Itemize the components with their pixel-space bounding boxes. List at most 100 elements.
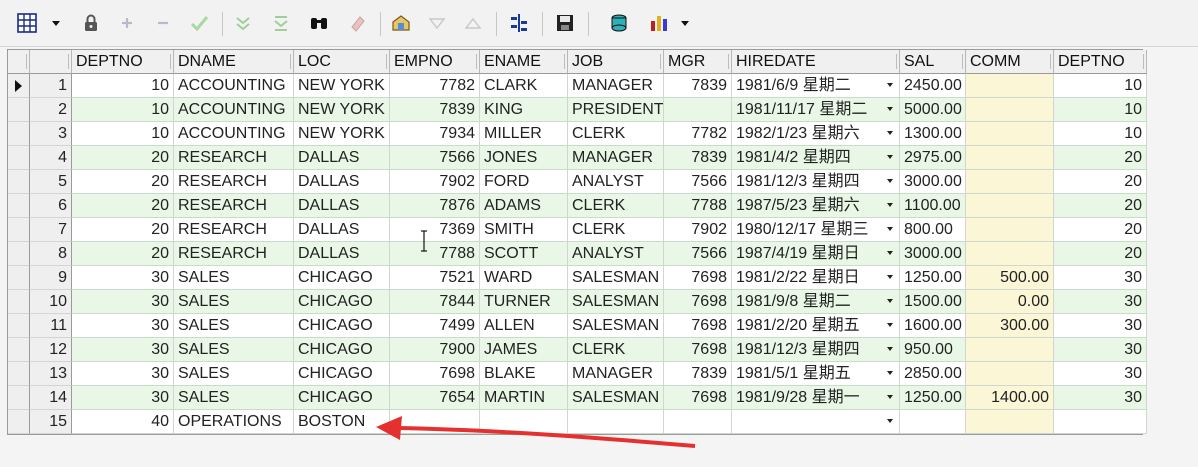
cell-sal[interactable]: 3000.00 (900, 170, 966, 194)
cell-ename[interactable]: SMITH (480, 218, 568, 242)
cell-ename[interactable]: ALLEN (480, 314, 568, 338)
find-icon[interactable] (306, 10, 332, 36)
cell-job[interactable]: SALESMAN (568, 314, 664, 338)
cell-loc[interactable]: CHICAGO (294, 290, 390, 314)
row-indicator[interactable] (8, 218, 30, 242)
cell-loc[interactable]: BOSTON (294, 410, 390, 434)
cell-comm[interactable]: 300.00 (966, 314, 1054, 338)
cell-ename[interactable]: WARD (480, 266, 568, 290)
chart-dropdown-icon[interactable] (681, 21, 689, 26)
cell-empno[interactable]: 7900 (390, 338, 480, 362)
table-row[interactable]: 6 20 RESEARCH DALLAS 7876 ADAMS CLERK 7788 1987/… (8, 194, 1147, 218)
grid-options-dropdown-icon[interactable] (52, 21, 60, 26)
cell-sal[interactable]: 2450.00 (900, 74, 966, 98)
cell-deptno2[interactable]: 30 (1054, 362, 1147, 386)
cell-comm[interactable] (966, 122, 1054, 146)
cell-empno[interactable] (390, 410, 480, 434)
column-header-comm[interactable]: COMM (966, 50, 1054, 74)
cell-deptno2[interactable]: 20 (1054, 170, 1147, 194)
cell-job[interactable]: MANAGER (568, 362, 664, 386)
column-header-loc[interactable]: LOC (294, 50, 390, 74)
cell-ename[interactable]: KING (480, 98, 568, 122)
cell-empno[interactable]: 7788 (390, 242, 480, 266)
table-row[interactable]: 9 30 SALES CHICAGO 7521 WARD SALESMAN 7698 1981/… (8, 266, 1147, 290)
date-dropdown-icon[interactable] (887, 155, 893, 159)
cell-deptno[interactable]: 40 (72, 410, 174, 434)
cell-loc[interactable]: CHICAGO (294, 314, 390, 338)
row-indicator[interactable] (8, 266, 30, 290)
cell-empno[interactable]: 7782 (390, 74, 480, 98)
cell-empno[interactable]: 7369 (390, 218, 480, 242)
cell-comm[interactable] (966, 410, 1054, 434)
table-row[interactable]: 13 30 SALES CHICAGO 7698 BLAKE MANAGER 7839 1981… (8, 362, 1147, 386)
header-corner[interactable] (30, 50, 72, 74)
date-dropdown-icon[interactable] (887, 227, 893, 231)
cell-loc[interactable]: NEW YORK (294, 98, 390, 122)
cell-dname[interactable]: ACCOUNTING (174, 98, 294, 122)
cell-comm[interactable] (966, 98, 1054, 122)
cell-deptno[interactable]: 20 (72, 242, 174, 266)
cell-deptno[interactable]: 30 (72, 290, 174, 314)
cell-mgr[interactable]: 7839 (664, 362, 732, 386)
cell-sal[interactable]: 1250.00 (900, 266, 966, 290)
date-dropdown-icon[interactable] (887, 83, 893, 87)
cell-sal[interactable]: 1100.00 (900, 194, 966, 218)
cell-mgr[interactable]: 7698 (664, 290, 732, 314)
cell-deptno2[interactable]: 20 (1054, 194, 1147, 218)
cell-dname[interactable]: SALES (174, 314, 294, 338)
cell-sal[interactable]: 1600.00 (900, 314, 966, 338)
save-icon[interactable] (552, 10, 578, 36)
cell-comm[interactable] (966, 146, 1054, 170)
row-indicator[interactable] (8, 170, 30, 194)
cell-deptno[interactable]: 30 (72, 386, 174, 410)
cell-sal[interactable]: 1500.00 (900, 290, 966, 314)
cell-dname[interactable]: RESEARCH (174, 194, 294, 218)
cell-hiredate[interactable]: 1981/9/28 星期一 (732, 386, 900, 410)
filter-icon[interactable] (230, 10, 256, 36)
cell-job[interactable]: CLERK (568, 338, 664, 362)
cell-job[interactable]: CLERK (568, 122, 664, 146)
cell-deptno[interactable]: 30 (72, 338, 174, 362)
row-indicator[interactable] (8, 146, 30, 170)
cell-hiredate[interactable]: 1981/4/2 星期四 (732, 146, 900, 170)
header-corner[interactable] (8, 50, 30, 74)
cell-loc[interactable]: DALLAS (294, 194, 390, 218)
cell-ename[interactable]: MARTIN (480, 386, 568, 410)
row-indicator[interactable] (8, 242, 30, 266)
eraser-icon[interactable] (344, 10, 370, 36)
cell-mgr[interactable]: 7902 (664, 218, 732, 242)
cell-job[interactable] (568, 410, 664, 434)
row-indicator[interactable] (8, 98, 30, 122)
cell-mgr[interactable]: 7698 (664, 314, 732, 338)
cell-job[interactable]: SALESMAN (568, 290, 664, 314)
cell-dname[interactable]: SALES (174, 266, 294, 290)
cell-comm[interactable]: 1400.00 (966, 386, 1054, 410)
cell-comm[interactable] (966, 338, 1054, 362)
column-header-mgr[interactable]: MGR (664, 50, 732, 74)
cell-hiredate[interactable]: 1981/12/3 星期四 (732, 338, 900, 362)
cell-mgr[interactable] (664, 98, 732, 122)
table-row[interactable]: 14 30 SALES CHICAGO 7654 MARTIN SALESMAN 7698 19… (8, 386, 1147, 410)
table-row[interactable]: 12 30 SALES CHICAGO 7900 JAMES CLERK 7698 1981/1… (8, 338, 1147, 362)
cell-deptno[interactable]: 30 (72, 362, 174, 386)
cell-deptno[interactable]: 10 (72, 98, 174, 122)
cell-dname[interactable]: SALES (174, 290, 294, 314)
cell-dname[interactable]: ACCOUNTING (174, 74, 294, 98)
cell-mgr[interactable] (664, 410, 732, 434)
cell-comm[interactable] (966, 74, 1054, 98)
table-row[interactable]: 10 30 SALES CHICAGO 7844 TURNER SALESMAN 7698 19… (8, 290, 1147, 314)
cell-job[interactable]: ANALYST (568, 170, 664, 194)
row-indicator[interactable] (8, 410, 30, 434)
cell-dname[interactable]: ACCOUNTING (174, 122, 294, 146)
cell-empno[interactable]: 7839 (390, 98, 480, 122)
cell-loc[interactable]: CHICAGO (294, 386, 390, 410)
cell-comm[interactable]: 0.00 (966, 290, 1054, 314)
cell-deptno2[interactable]: 20 (1054, 146, 1147, 170)
cell-job[interactable]: SALESMAN (568, 266, 664, 290)
cell-job[interactable]: ANALYST (568, 242, 664, 266)
cell-sal[interactable] (900, 410, 966, 434)
cell-ename[interactable]: FORD (480, 170, 568, 194)
cell-mgr[interactable]: 7782 (664, 122, 732, 146)
row-indicator[interactable] (8, 122, 30, 146)
column-header-dname[interactable]: DNAME (174, 50, 294, 74)
